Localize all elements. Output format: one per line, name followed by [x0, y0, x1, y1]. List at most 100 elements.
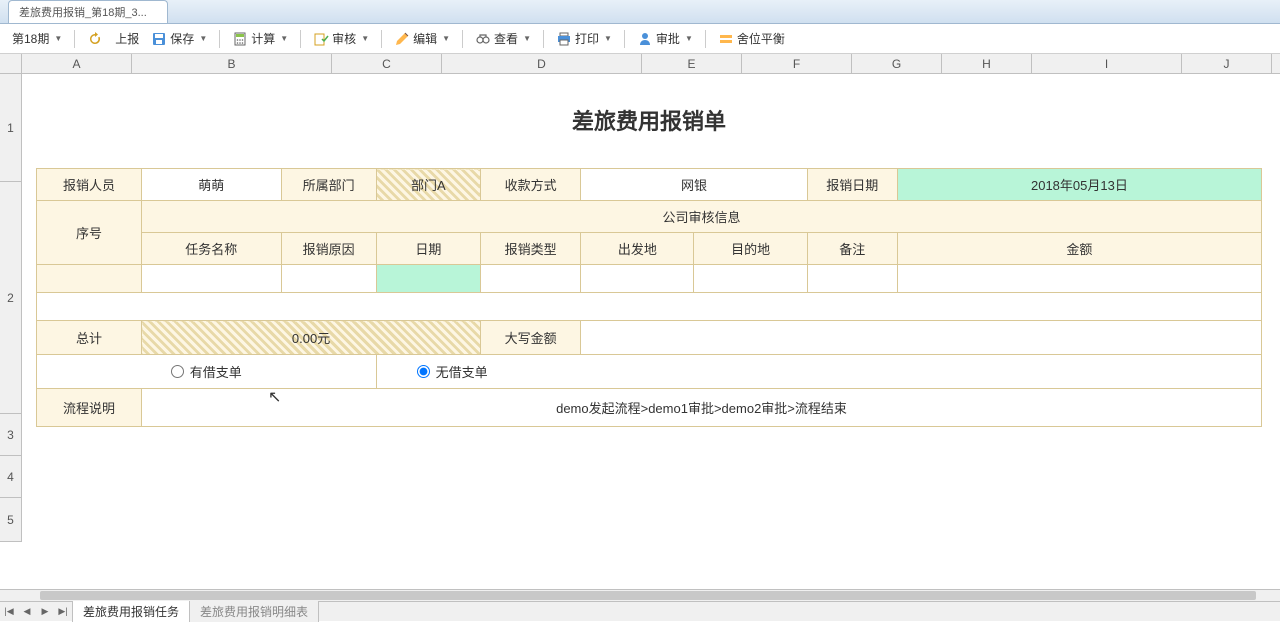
col-header-k[interactable]: K	[1272, 54, 1280, 73]
value-person[interactable]: 萌萌	[142, 169, 282, 201]
row-header-4[interactable]: 4	[0, 456, 21, 498]
form-title: 差旅费用报销单	[36, 104, 1262, 136]
label-dept: 所属部门	[281, 169, 376, 201]
seq-cell[interactable]	[37, 265, 142, 293]
radio-has-loan-input[interactable]	[171, 365, 184, 378]
label-flow: 流程说明	[37, 389, 142, 427]
col-header-b[interactable]: B	[132, 54, 332, 73]
col-reason: 报销原因	[281, 233, 376, 265]
row-header-3[interactable]: 3	[0, 414, 21, 456]
value-total: 0.00元	[142, 321, 481, 355]
review-button[interactable]: 审核 ▼	[309, 28, 373, 49]
chevron-down-icon: ▼	[604, 34, 612, 43]
separator	[381, 30, 382, 48]
sheet-tab-task[interactable]: 差旅费用报销任务	[73, 601, 190, 622]
label-audit: 公司审核信息	[142, 201, 1262, 233]
col-header-h[interactable]: H	[942, 54, 1032, 73]
calc-icon	[232, 31, 248, 47]
col-header-c[interactable]: C	[332, 54, 442, 73]
sheet-tabs-bar: |◀ ◀ ▶ ▶| 差旅费用报销任务 差旅费用报销明细表	[0, 601, 1280, 621]
separator	[705, 30, 706, 48]
col-header-d[interactable]: D	[442, 54, 642, 73]
date-cell[interactable]	[376, 265, 481, 293]
chevron-down-icon: ▼	[442, 34, 450, 43]
col-to: 目的地	[694, 233, 807, 265]
col-header-g[interactable]: G	[852, 54, 942, 73]
separator	[219, 30, 220, 48]
document-tab-bar: 差旅费用报销_第18期_3...	[0, 0, 1280, 24]
taskname-cell[interactable]	[142, 265, 282, 293]
col-from: 出发地	[581, 233, 694, 265]
view-button[interactable]: 查看 ▼	[471, 28, 535, 49]
print-button[interactable]: 打印 ▼	[552, 28, 616, 49]
toolbar: 第18期 ▼ 上报 保存 ▼ 计算 ▼ 审核 ▼ 编辑 ▼ 查看 ▼ 打印 ▼	[0, 24, 1280, 54]
col-header-a[interactable]: A	[22, 54, 132, 73]
empty-rows[interactable]	[37, 293, 1262, 321]
col-header-f[interactable]: F	[742, 54, 852, 73]
person-icon	[637, 31, 653, 47]
scrollbar-thumb[interactable]	[40, 591, 1256, 600]
from-cell[interactable]	[581, 265, 694, 293]
calc-button[interactable]: 计算 ▼	[228, 28, 292, 49]
submit-button[interactable]: 上报	[111, 28, 143, 49]
radio-no-loan-input[interactable]	[417, 365, 430, 378]
spreadsheet: A B C D E F G H I J K 1 2 3 4 5 差旅费用报销单 …	[0, 54, 1280, 589]
col-amount: 金额	[897, 233, 1261, 265]
review-icon	[313, 31, 329, 47]
sheet-nav: |◀ ◀ ▶ ▶|	[0, 602, 73, 622]
document-tab-title: 差旅费用报销_第18期_3...	[19, 7, 147, 19]
nav-last[interactable]: ▶|	[54, 602, 72, 622]
to-cell[interactable]	[694, 265, 807, 293]
radio-has-loan[interactable]: 有借支单	[171, 362, 242, 381]
print-label: 打印	[575, 30, 599, 47]
binoculars-icon	[475, 31, 491, 47]
nav-next[interactable]: ▶	[36, 602, 54, 622]
edit-button[interactable]: 编辑 ▼	[390, 28, 454, 49]
refresh-icon	[87, 31, 103, 47]
chevron-down-icon: ▼	[523, 34, 531, 43]
sheet-tab-detail[interactable]: 差旅费用报销明细表	[190, 601, 319, 622]
value-dept[interactable]: 部门A	[376, 169, 481, 201]
value-date[interactable]: 2018年05月13日	[897, 169, 1261, 201]
balance-button[interactable]: 舍位平衡	[714, 28, 789, 49]
col-header-e[interactable]: E	[642, 54, 742, 73]
period-selector[interactable]: 第18期 ▼	[8, 28, 66, 49]
separator	[300, 30, 301, 48]
radio-no-loan[interactable]: 无借支单	[417, 362, 488, 381]
document-tab[interactable]: 差旅费用报销_第18期_3...	[8, 0, 168, 23]
value-upper[interactable]	[581, 321, 1262, 355]
view-label: 查看	[494, 30, 518, 47]
horizontal-scrollbar[interactable]	[0, 589, 1280, 601]
approve-button[interactable]: 审批 ▼	[633, 28, 697, 49]
refresh-button[interactable]	[83, 29, 107, 49]
col-header-j[interactable]: J	[1182, 54, 1272, 73]
submit-label: 上报	[115, 30, 139, 47]
value-paymethod[interactable]: 网银	[581, 169, 808, 201]
row-header-2[interactable]: 2	[0, 182, 21, 414]
col-header-i[interactable]: I	[1032, 54, 1182, 73]
row-header-1[interactable]: 1	[0, 74, 21, 182]
balance-icon	[718, 31, 734, 47]
label-total: 总计	[37, 321, 142, 355]
reason-cell[interactable]	[281, 265, 376, 293]
nav-prev[interactable]: ◀	[18, 602, 36, 622]
printer-icon	[556, 31, 572, 47]
separator	[74, 30, 75, 48]
nav-first[interactable]: |◀	[0, 602, 18, 622]
row-headers: 1 2 3 4 5	[0, 74, 22, 542]
label-paymethod: 收款方式	[481, 169, 581, 201]
separator	[462, 30, 463, 48]
corner-cell[interactable]	[0, 54, 22, 73]
radio-no-loan-cell: 无借支单	[376, 355, 1261, 389]
type-cell[interactable]	[481, 265, 581, 293]
amount-cell[interactable]	[897, 265, 1261, 293]
save-button[interactable]: 保存 ▼	[147, 28, 211, 49]
remark-cell[interactable]	[807, 265, 897, 293]
radio-has-loan-label: 有借支单	[190, 362, 242, 381]
chevron-down-icon: ▼	[199, 34, 207, 43]
review-label: 审核	[332, 30, 356, 47]
row-header-5[interactable]: 5	[0, 498, 21, 542]
chevron-down-icon: ▼	[280, 34, 288, 43]
col-date: 日期	[376, 233, 481, 265]
period-label: 第18期	[12, 30, 49, 47]
